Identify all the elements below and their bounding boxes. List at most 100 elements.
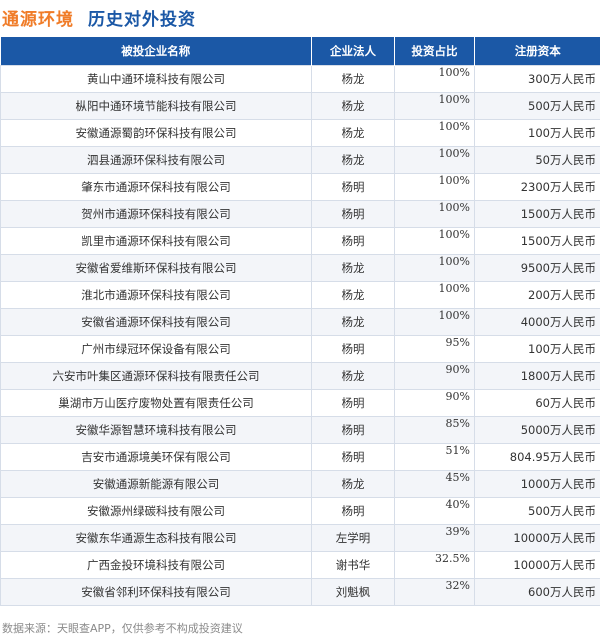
table-row: 枞阳中通环境节能科技有限公司 杨龙 100% 500万人民币 <box>0 92 600 120</box>
company-name-cell: 黄山中通环境科技有限公司 <box>0 65 312 93</box>
company-name-cell: 安徽源州绿碳科技有限公司 <box>0 497 312 525</box>
registered-capital-cell: 4000万人民币 <box>474 308 600 336</box>
column-header-ratio: 投资占比 <box>394 37 475 66</box>
registered-capital-cell: 10000万人民币 <box>474 524 600 552</box>
company-name-cell: 贺州市通源环保科技有限公司 <box>0 200 312 228</box>
company-name-cell: 安徽通源新能源有限公司 <box>0 470 312 498</box>
investment-ratio-cell: 39% <box>394 524 475 552</box>
company-name: 通源环境 <box>2 9 74 30</box>
investment-ratio-cell: 51% <box>394 443 475 471</box>
investment-ratio-cell: 100% <box>394 308 475 336</box>
investment-ratio-cell: 100% <box>394 92 475 120</box>
registered-capital-cell: 2300万人民币 <box>474 173 600 201</box>
registered-capital-cell: 50万人民币 <box>474 146 600 174</box>
company-name-cell: 安徽省通源环保科技有限公司 <box>0 308 312 336</box>
company-name-cell: 六安市叶集区通源环保科技有限责任公司 <box>0 362 312 390</box>
legal-person-cell: 杨龙 <box>311 470 395 498</box>
legal-person-cell: 杨明 <box>311 389 395 417</box>
table-row: 黄山中通环境科技有限公司 杨龙 100% 300万人民币 <box>0 65 600 93</box>
company-name-cell: 安徽省邻利环保科技有限公司 <box>0 578 312 606</box>
company-name-cell: 巢湖市万山医疗废物处置有限责任公司 <box>0 389 312 417</box>
registered-capital-cell: 500万人民币 <box>474 497 600 525</box>
registered-capital-cell: 60万人民币 <box>474 389 600 417</box>
company-name-cell: 安徽东华通源生态科技有限公司 <box>0 524 312 552</box>
registered-capital-cell: 600万人民币 <box>474 578 600 606</box>
registered-capital-cell: 5000万人民币 <box>474 416 600 444</box>
legal-person-cell: 杨明 <box>311 173 395 201</box>
legal-person-cell: 左学明 <box>311 524 395 552</box>
investment-ratio-cell: 90% <box>394 389 475 417</box>
investment-ratio-cell: 32% <box>394 578 475 606</box>
registered-capital-cell: 1500万人民币 <box>474 200 600 228</box>
legal-person-cell: 杨明 <box>311 443 395 471</box>
investment-ratio-cell: 32.5% <box>394 551 475 579</box>
legal-person-cell: 杨龙 <box>311 362 395 390</box>
table-row: 安徽华源智慧环境科技有限公司 杨明 85% 5000万人民币 <box>0 416 600 444</box>
legal-person-cell: 杨龙 <box>311 146 395 174</box>
table-row: 安徽通源蜀韵环保科技有限公司 杨龙 100% 100万人民币 <box>0 119 600 147</box>
legal-person-cell: 杨明 <box>311 200 395 228</box>
investment-ratio-cell: 100% <box>394 173 475 201</box>
legal-person-cell: 杨明 <box>311 335 395 363</box>
column-header-company: 被投企业名称 <box>0 37 312 66</box>
legal-person-cell: 杨明 <box>311 227 395 255</box>
investment-ratio-cell: 100% <box>394 281 475 309</box>
company-name-cell: 枞阳中通环境节能科技有限公司 <box>0 92 312 120</box>
registered-capital-cell: 10000万人民币 <box>474 551 600 579</box>
company-name-cell: 吉安市通源境美环保有限公司 <box>0 443 312 471</box>
registered-capital-cell: 300万人民币 <box>474 65 600 93</box>
table-row: 泗县通源环保科技有限公司 杨龙 100% 50万人民币 <box>0 146 600 174</box>
investment-ratio-cell: 45% <box>394 470 475 498</box>
page-header: 通源环境 历史对外投资 <box>0 0 600 34</box>
table-row: 贺州市通源环保科技有限公司 杨明 100% 1500万人民币 <box>0 200 600 228</box>
company-name-cell: 淮北市通源环保科技有限公司 <box>0 281 312 309</box>
table-row: 巢湖市万山医疗废物处置有限责任公司 杨明 90% 60万人民币 <box>0 389 600 417</box>
table-row: 安徽省通源环保科技有限公司 杨龙 100% 4000万人民币 <box>0 308 600 336</box>
page-title: 历史对外投资 <box>88 9 196 30</box>
company-name-cell: 安徽通源蜀韵环保科技有限公司 <box>0 119 312 147</box>
table-row: 广州市绿冠环保设备有限公司 杨明 95% 100万人民币 <box>0 335 600 363</box>
table-row: 安徽省爱维斯环保科技有限公司 杨龙 100% 9500万人民币 <box>0 254 600 282</box>
column-header-capital: 注册资本 <box>474 37 600 66</box>
company-name-cell: 泗县通源环保科技有限公司 <box>0 146 312 174</box>
investment-ratio-cell: 40% <box>394 497 475 525</box>
registered-capital-cell: 9500万人民币 <box>474 254 600 282</box>
legal-person-cell: 杨龙 <box>311 281 395 309</box>
registered-capital-cell: 1500万人民币 <box>474 227 600 255</box>
registered-capital-cell: 500万人民币 <box>474 92 600 120</box>
legal-person-cell: 杨龙 <box>311 308 395 336</box>
table-row: 凯里市通源环保科技有限公司 杨明 100% 1500万人民币 <box>0 227 600 255</box>
investment-ratio-cell: 90% <box>394 362 475 390</box>
registered-capital-cell: 200万人民币 <box>474 281 600 309</box>
investment-ratio-cell: 85% <box>394 416 475 444</box>
company-name-cell: 凯里市通源环保科技有限公司 <box>0 227 312 255</box>
registered-capital-cell: 100万人民币 <box>474 335 600 363</box>
company-name-cell: 广州市绿冠环保设备有限公司 <box>0 335 312 363</box>
legal-person-cell: 谢书华 <box>311 551 395 579</box>
legal-person-cell: 杨明 <box>311 416 395 444</box>
investment-ratio-cell: 100% <box>394 65 475 93</box>
legal-person-cell: 杨龙 <box>311 65 395 93</box>
registered-capital-cell: 1800万人民币 <box>474 362 600 390</box>
company-name-cell: 安徽省爱维斯环保科技有限公司 <box>0 254 312 282</box>
legal-person-cell: 刘魁枫 <box>311 578 395 606</box>
investment-table: 被投企业名称 企业法人 投资占比 注册资本 黄山中通环境科技有限公司 杨龙 100%… <box>0 37 600 606</box>
investment-ratio-cell: 100% <box>394 119 475 147</box>
registered-capital-cell: 804.95万人民币 <box>474 443 600 471</box>
column-header-legal-person: 企业法人 <box>311 37 395 66</box>
investment-ratio-cell: 100% <box>394 227 475 255</box>
table-row: 六安市叶集区通源环保科技有限责任公司 杨龙 90% 1800万人民币 <box>0 362 600 390</box>
data-source-note: 数据来源：天眼查APP，仅供参考不构成投资建议 <box>2 622 243 635</box>
company-name-cell: 肇东市通源环保科技有限公司 <box>0 173 312 201</box>
legal-person-cell: 杨明 <box>311 497 395 525</box>
table-row: 吉安市通源境美环保有限公司 杨明 51% 804.95万人民币 <box>0 443 600 471</box>
legal-person-cell: 杨龙 <box>311 254 395 282</box>
table-row: 淮北市通源环保科技有限公司 杨龙 100% 200万人民币 <box>0 281 600 309</box>
legal-person-cell: 杨龙 <box>311 119 395 147</box>
investment-ratio-cell: 100% <box>394 254 475 282</box>
legal-person-cell: 杨龙 <box>311 92 395 120</box>
table-row: 安徽通源新能源有限公司 杨龙 45% 1000万人民币 <box>0 470 600 498</box>
registered-capital-cell: 100万人民币 <box>474 119 600 147</box>
registered-capital-cell: 1000万人民币 <box>474 470 600 498</box>
investment-ratio-cell: 100% <box>394 146 475 174</box>
